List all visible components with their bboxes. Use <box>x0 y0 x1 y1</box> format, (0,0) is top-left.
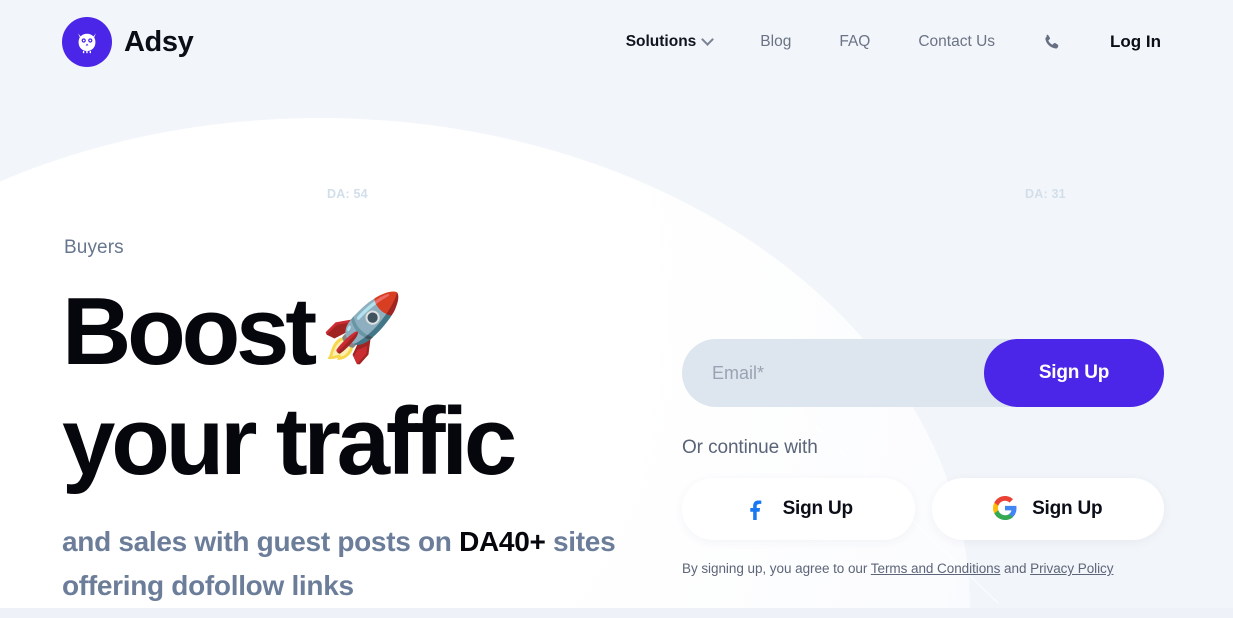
terms-disclaimer: By signing up, you agree to our Terms an… <box>682 561 1164 576</box>
signup-column: DA: 31 Sign Up Or continue with Sign Up <box>682 84 1171 618</box>
da-badge-left: DA: 54 <box>327 187 368 201</box>
or-continue-with-label: Or continue with <box>682 437 818 458</box>
nav-item-blog[interactable]: Blog <box>736 33 815 51</box>
privacy-policy-link[interactable]: Privacy Policy <box>1030 561 1113 576</box>
google-signup-button[interactable]: Sign Up <box>931 478 1164 540</box>
terms-middle: and <box>1000 561 1031 576</box>
social-signup-row: Sign Up Sign Up <box>682 478 1164 540</box>
facebook-signup-button[interactable]: Sign Up <box>682 478 915 540</box>
da-badge-right: DA: 31 <box>1025 187 1066 201</box>
chevron-down-icon <box>701 32 715 46</box>
site-header: Adsy Solutions Blog FAQ Contact Us Log I… <box>0 0 1233 84</box>
email-input-row: Sign Up <box>682 339 1164 407</box>
owl-icon <box>62 17 112 67</box>
headline-line-2: your traffic <box>62 388 517 495</box>
terms-and-conditions-link[interactable]: Terms and Conditions <box>871 561 1001 576</box>
nav-item-label: Contact Us <box>918 33 996 50</box>
phone-icon[interactable] <box>1019 32 1084 53</box>
nav-item-label: FAQ <box>839 33 871 50</box>
google-icon <box>993 495 1017 523</box>
nav-item-solutions[interactable]: Solutions <box>602 32 737 51</box>
rocket-icon: 🚀 <box>320 290 404 364</box>
login-button[interactable]: Log In <box>1084 32 1161 52</box>
hero-copy-column: DA: 54 Buyers Boost 🚀 your traffic and sa… <box>62 84 682 618</box>
nav-item-faq[interactable]: FAQ <box>815 33 894 51</box>
google-signup-label: Sign Up <box>1032 498 1103 519</box>
nav-item-label: Blog <box>760 33 792 50</box>
page-title: Boost 🚀 your traffic <box>62 272 517 497</box>
terms-prefix: By signing up, you agree to our <box>682 561 871 576</box>
nav-item-label: Solutions <box>625 33 697 50</box>
hero-subheadline: and sales with guest posts on DA40+ site… <box>62 520 642 608</box>
hero-section: DA: 54 Buyers Boost 🚀 your traffic and sa… <box>0 84 1233 618</box>
nav-item-contact-us[interactable]: Contact Us <box>894 33 1019 51</box>
main-navigation: Solutions Blog FAQ Contact Us Log In <box>602 32 1161 53</box>
subhead-part-1: and sales with guest posts on <box>62 526 460 557</box>
brand-name: Adsy <box>124 25 194 58</box>
facebook-icon <box>744 496 768 523</box>
hero-eyebrow: Buyers <box>64 237 124 258</box>
signup-submit-button[interactable]: Sign Up <box>984 339 1164 407</box>
subhead-emphasis: DA40+ <box>459 526 546 557</box>
signup-form: Sign Up Or continue with Sign Up <box>682 339 1164 576</box>
brand-logo[interactable]: Adsy <box>62 17 194 67</box>
facebook-signup-label: Sign Up <box>782 498 854 519</box>
headline-line-1: Boost <box>62 278 317 385</box>
